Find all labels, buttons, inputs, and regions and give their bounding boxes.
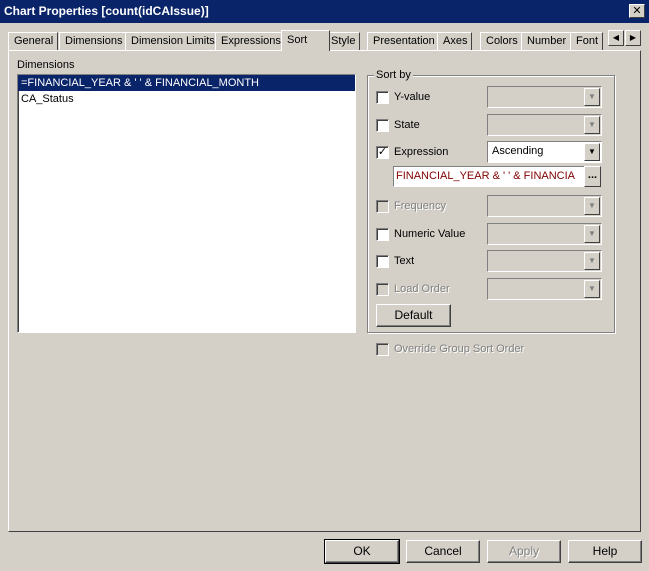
chevron-down-icon: ▼: [584, 143, 600, 161]
frequency-label: Frequency: [394, 200, 446, 212]
dimensions-label: Dimensions: [17, 59, 75, 71]
load-order-label: Load Order: [394, 283, 450, 295]
title-bar: Chart Properties [count(idCAIssue)] ✕: [0, 0, 649, 23]
ok-button[interactable]: OK: [324, 539, 400, 564]
list-item[interactable]: CA_Status: [18, 91, 355, 107]
tab-colors[interactable]: Colors: [480, 32, 523, 51]
expression-order-select[interactable]: Ascending ▼: [487, 141, 602, 163]
expression-edit-button[interactable]: ...: [584, 166, 601, 187]
tab-sort[interactable]: Sort: [281, 30, 330, 51]
text-label: Text: [394, 255, 415, 267]
dimensions-list[interactable]: =FINANCIAL_YEAR & ' ' & FINANCIAL_MONTH …: [17, 74, 356, 333]
tab-scroll-right-button[interactable]: ▶: [625, 30, 641, 46]
frequency-order-select[interactable]: ▼: [487, 195, 602, 217]
override-group-label: Override Group Sort Order: [394, 343, 525, 355]
load-order-order-select[interactable]: ▼: [487, 278, 602, 300]
override-group-checkbox[interactable]: [376, 343, 389, 356]
tab-axes[interactable]: Axes: [437, 32, 473, 51]
tab-presentation[interactable]: Presentation: [367, 32, 440, 51]
y-value-checkbox[interactable]: [376, 91, 389, 104]
state-order-select[interactable]: ▼: [487, 114, 602, 136]
chevron-down-icon: ▼: [584, 197, 600, 215]
tab-dimension-limits[interactable]: Dimension Limits: [125, 32, 220, 51]
sort-by-title: Sort by: [374, 69, 413, 81]
expression-order-value: Ascending: [492, 145, 544, 157]
numeric-value-order-select[interactable]: ▼: [487, 223, 602, 245]
tab-number[interactable]: Number: [521, 32, 572, 51]
chevron-down-icon: ▼: [584, 88, 600, 106]
numeric-value-checkbox[interactable]: [376, 228, 389, 241]
check-icon: ✓: [377, 146, 388, 158]
expression-label: Expression: [394, 146, 449, 158]
chevron-down-icon: ▼: [584, 225, 600, 243]
window-title: Chart Properties [count(idCAIssue)]: [4, 4, 209, 18]
close-button[interactable]: ✕: [629, 4, 645, 18]
arrow-right-icon: ▶: [629, 33, 637, 42]
cancel-button[interactable]: Cancel: [406, 540, 480, 563]
load-order-checkbox[interactable]: [376, 283, 389, 296]
numeric-value-label: Numeric Value: [394, 228, 466, 240]
chevron-down-icon: ▼: [584, 280, 600, 298]
tab-font[interactable]: Font: [570, 32, 604, 51]
default-button[interactable]: Default: [376, 304, 451, 327]
y-value-order-select[interactable]: ▼: [487, 86, 602, 108]
help-button[interactable]: Help: [568, 540, 642, 563]
list-item[interactable]: =FINANCIAL_YEAR & ' ' & FINANCIAL_MONTH: [18, 75, 355, 91]
tab-general[interactable]: General: [8, 32, 59, 51]
state-checkbox[interactable]: [376, 119, 389, 132]
text-checkbox[interactable]: [376, 255, 389, 268]
tab-dimensions[interactable]: Dimensions: [59, 32, 128, 51]
tab-expressions[interactable]: Expressions: [215, 32, 286, 51]
text-order-select[interactable]: ▼: [487, 250, 602, 272]
arrow-left-icon: ◀: [612, 33, 620, 42]
expression-checkbox[interactable]: ✓: [376, 146, 389, 159]
y-value-label: Y-value: [394, 91, 431, 103]
close-icon: ✕: [632, 5, 642, 17]
tab-strip: General Dimensions Dimension Limits Expr…: [8, 30, 608, 51]
chevron-down-icon: ▼: [584, 252, 600, 270]
tab-scroll-left-button[interactable]: ◀: [608, 30, 624, 46]
state-label: State: [394, 119, 420, 131]
chevron-down-icon: ▼: [584, 116, 600, 134]
tab-style[interactable]: Style: [325, 32, 361, 51]
apply-button[interactable]: Apply: [487, 540, 561, 563]
expression-input[interactable]: FINANCIAL_YEAR & ' ' & FINANCIA: [393, 166, 585, 187]
frequency-checkbox[interactable]: [376, 200, 389, 213]
